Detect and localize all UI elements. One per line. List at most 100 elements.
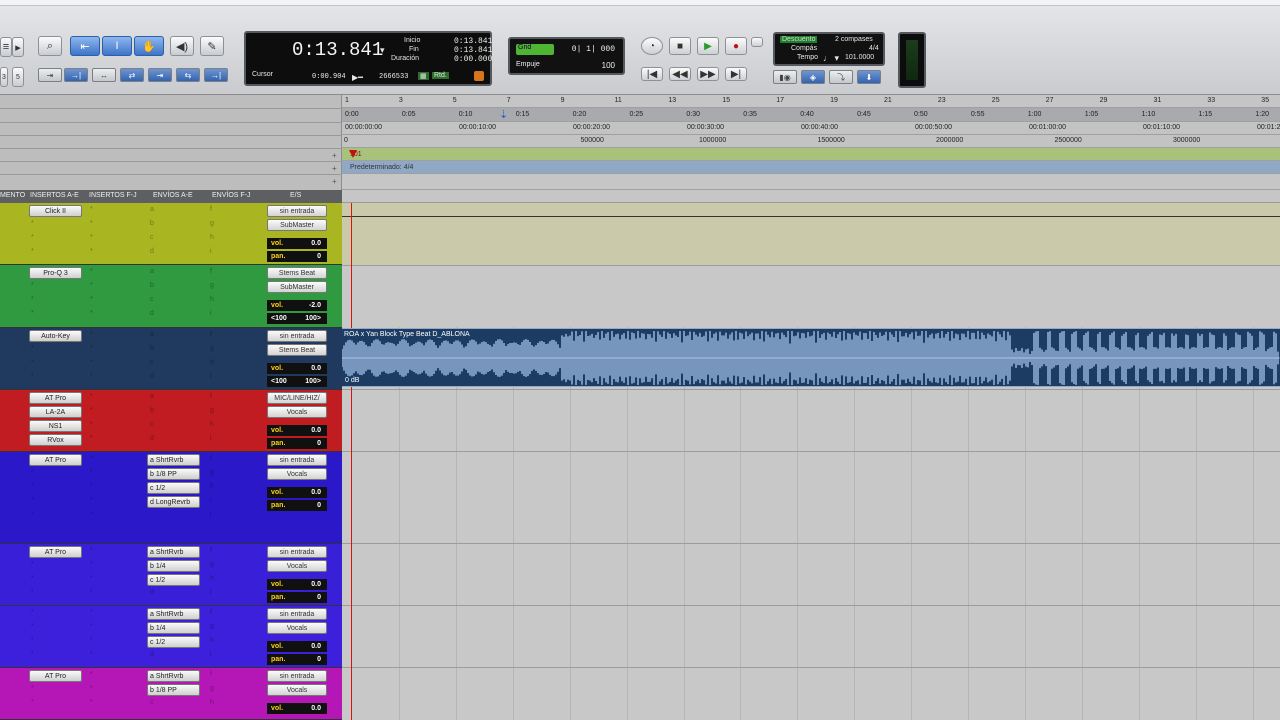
bars-beats-ruler[interactable]: 1 3 5 7 9 11 13 15 17 19 21 23 25 27 29 31 33 35 [342, 95, 1280, 108]
send-slot[interactable]: c 1/2 [147, 482, 200, 494]
insert-follow-icon[interactable]: ⇥ [148, 68, 172, 82]
empty-insert-slot[interactable]: * [31, 561, 34, 568]
pan-control[interactable]: pan. 0 [267, 654, 327, 665]
pan-control[interactable]: <100 100> [267, 376, 327, 387]
empty-send-slot[interactable]: f [210, 547, 212, 554]
countoff-bars[interactable]: 2 compases [835, 36, 873, 43]
empty-insert-slot[interactable]: * [90, 511, 93, 518]
nudge-value[interactable]: 100 [602, 61, 615, 70]
output-selector[interactable]: SubMaster [267, 281, 327, 293]
input-selector[interactable]: sin entrada [267, 608, 327, 620]
input-selector[interactable]: Stems Beat [267, 267, 327, 279]
empty-send-slot[interactable]: c [150, 359, 154, 366]
audio-clip[interactable]: ROA x Yan Block Type Beat D_ABLONA 0 dB [342, 328, 1280, 387]
empty-send-slot[interactable]: i [210, 589, 212, 596]
empty-insert-slot[interactable]: * [90, 248, 93, 255]
empty-insert-slot[interactable]: * [31, 248, 34, 255]
empty-send-slot[interactable]: g [210, 345, 214, 352]
input-selector[interactable]: sin entrada [267, 454, 327, 466]
empty-insert-slot[interactable]: * [31, 637, 34, 644]
empty-insert-slot[interactable]: * [31, 699, 34, 706]
output-selector[interactable]: SubMaster [267, 219, 327, 231]
empty-send-slot[interactable]: g [210, 407, 214, 414]
empty-send-slot[interactable]: a [150, 393, 154, 400]
empty-send-slot[interactable]: d [150, 373, 154, 380]
empty-send-slot[interactable]: f [210, 609, 212, 616]
return-to-zero-icon[interactable]: |◀ [641, 67, 663, 81]
empty-send-slot[interactable]: a [150, 268, 154, 275]
add-meter-icon[interactable]: + [332, 164, 337, 173]
empty-insert-slot[interactable]: * [90, 421, 93, 428]
empty-insert-slot[interactable]: * [90, 220, 93, 227]
empty-insert-slot[interactable]: * [31, 282, 34, 289]
tab-to-transient-icon[interactable]: ⇥ [38, 68, 62, 82]
insert-slot[interactable]: Pro-Q 3 [29, 267, 82, 279]
empty-insert-slot[interactable]: * [31, 589, 34, 596]
empty-send-slot[interactable]: f [210, 206, 212, 213]
volume-fader[interactable]: vol. 0.0 [267, 425, 327, 436]
empty-send-slot[interactable]: i [210, 373, 212, 380]
empty-send-slot[interactable]: g [210, 685, 214, 692]
empty-insert-slot[interactable]: * [90, 623, 93, 630]
empty-send-slot[interactable]: f [210, 393, 212, 400]
empty-send-slot[interactable]: d [150, 589, 154, 596]
empty-insert-slot[interactable]: * [90, 685, 93, 692]
empty-send-slot[interactable]: b [150, 220, 154, 227]
empty-send-slot[interactable]: g [210, 220, 214, 227]
empty-send-slot[interactable]: d [150, 310, 154, 317]
empty-send-slot[interactable]: i [210, 651, 212, 658]
nudge-label[interactable]: Empuje [516, 61, 540, 68]
empty-send-slot[interactable]: d [150, 435, 154, 442]
empty-insert-slot[interactable]: * [31, 220, 34, 227]
empty-insert-slot[interactable]: * [90, 699, 93, 706]
track-row[interactable]: * * f * * g * * h * * i a ShrtRvrb b 1/4 c 1/2 d sin ent… [0, 606, 342, 668]
track-row[interactable]: Auto-Key * f * * g * * h * * i a b c d sin entrada Stems … [0, 328, 342, 390]
insert-slot[interactable]: Click II [29, 205, 82, 217]
empty-send-slot[interactable]: c [150, 699, 154, 706]
fast-forward-icon[interactable]: ▶▶ [697, 67, 719, 81]
record-icon[interactable]: ● [725, 37, 747, 55]
empty-insert-slot[interactable]: * [31, 511, 34, 518]
empty-send-slot[interactable]: g [210, 469, 214, 476]
meter-ruler[interactable]: Predeterminado: 4/4 [342, 161, 1280, 174]
send-slot[interactable]: a ShrtRvrb [147, 546, 200, 558]
insert-slot[interactable]: AT Pro [29, 392, 82, 404]
mirror-midi-icon[interactable]: →| [64, 68, 88, 82]
tempo-marker-icon[interactable] [349, 150, 357, 158]
input-selector[interactable]: sin entrada [267, 205, 327, 217]
empty-insert-slot[interactable]: * [90, 483, 93, 490]
empty-send-slot[interactable]: d [150, 248, 154, 255]
empty-insert-slot[interactable]: * [31, 310, 34, 317]
meter-value[interactable]: 4/4 [869, 45, 879, 52]
volume-fader[interactable]: vol. 0.0 [267, 641, 327, 652]
slip-mode-icon[interactable]: →| [204, 68, 228, 82]
insert-slot[interactable]: NS1 [29, 420, 82, 432]
send-slot[interactable]: c 1/2 [147, 636, 200, 648]
conductor-icon[interactable]: ⬇ [857, 70, 881, 84]
grid-toggle[interactable]: Grid [516, 44, 554, 55]
midi-merge-icon[interactable]: ⤵ [829, 70, 853, 84]
send-slot[interactable]: b 1/8 PP [147, 468, 200, 480]
empty-send-slot[interactable]: a [150, 331, 154, 338]
empty-insert-slot[interactable]: * [90, 589, 93, 596]
send-slot[interactable]: a ShrtRvrb [147, 454, 200, 466]
empty-send-slot[interactable]: i [210, 248, 212, 255]
empty-insert-slot[interactable]: * [31, 296, 34, 303]
samples-ruler[interactable]: 0 500000 1000000 1500000 2000000 2500000 30000… [342, 135, 1280, 148]
empty-insert-slot[interactable]: * [90, 234, 93, 241]
stop-icon[interactable]: ■ [669, 37, 691, 55]
link-track-icon[interactable]: ⇄ [120, 68, 144, 82]
empty-send-slot[interactable]: h [210, 483, 214, 490]
empty-insert-slot[interactable]: * [90, 651, 93, 658]
empty-send-slot[interactable]: f [210, 331, 212, 338]
empty-insert-slot[interactable]: * [90, 206, 93, 213]
empty-insert-slot[interactable]: * [90, 435, 93, 442]
delay-comp-icon[interactable] [474, 71, 484, 81]
empty-send-slot[interactable]: i [210, 310, 212, 317]
empty-insert-slot[interactable]: * [90, 469, 93, 476]
empty-insert-slot[interactable]: * [90, 345, 93, 352]
main-counter-value[interactable]: 0:13.841 [292, 39, 383, 61]
empty-send-slot[interactable]: b [150, 407, 154, 414]
zoom-preset-button[interactable]: ≡ [0, 37, 12, 57]
pan-control[interactable]: pan. 0 [267, 251, 327, 262]
